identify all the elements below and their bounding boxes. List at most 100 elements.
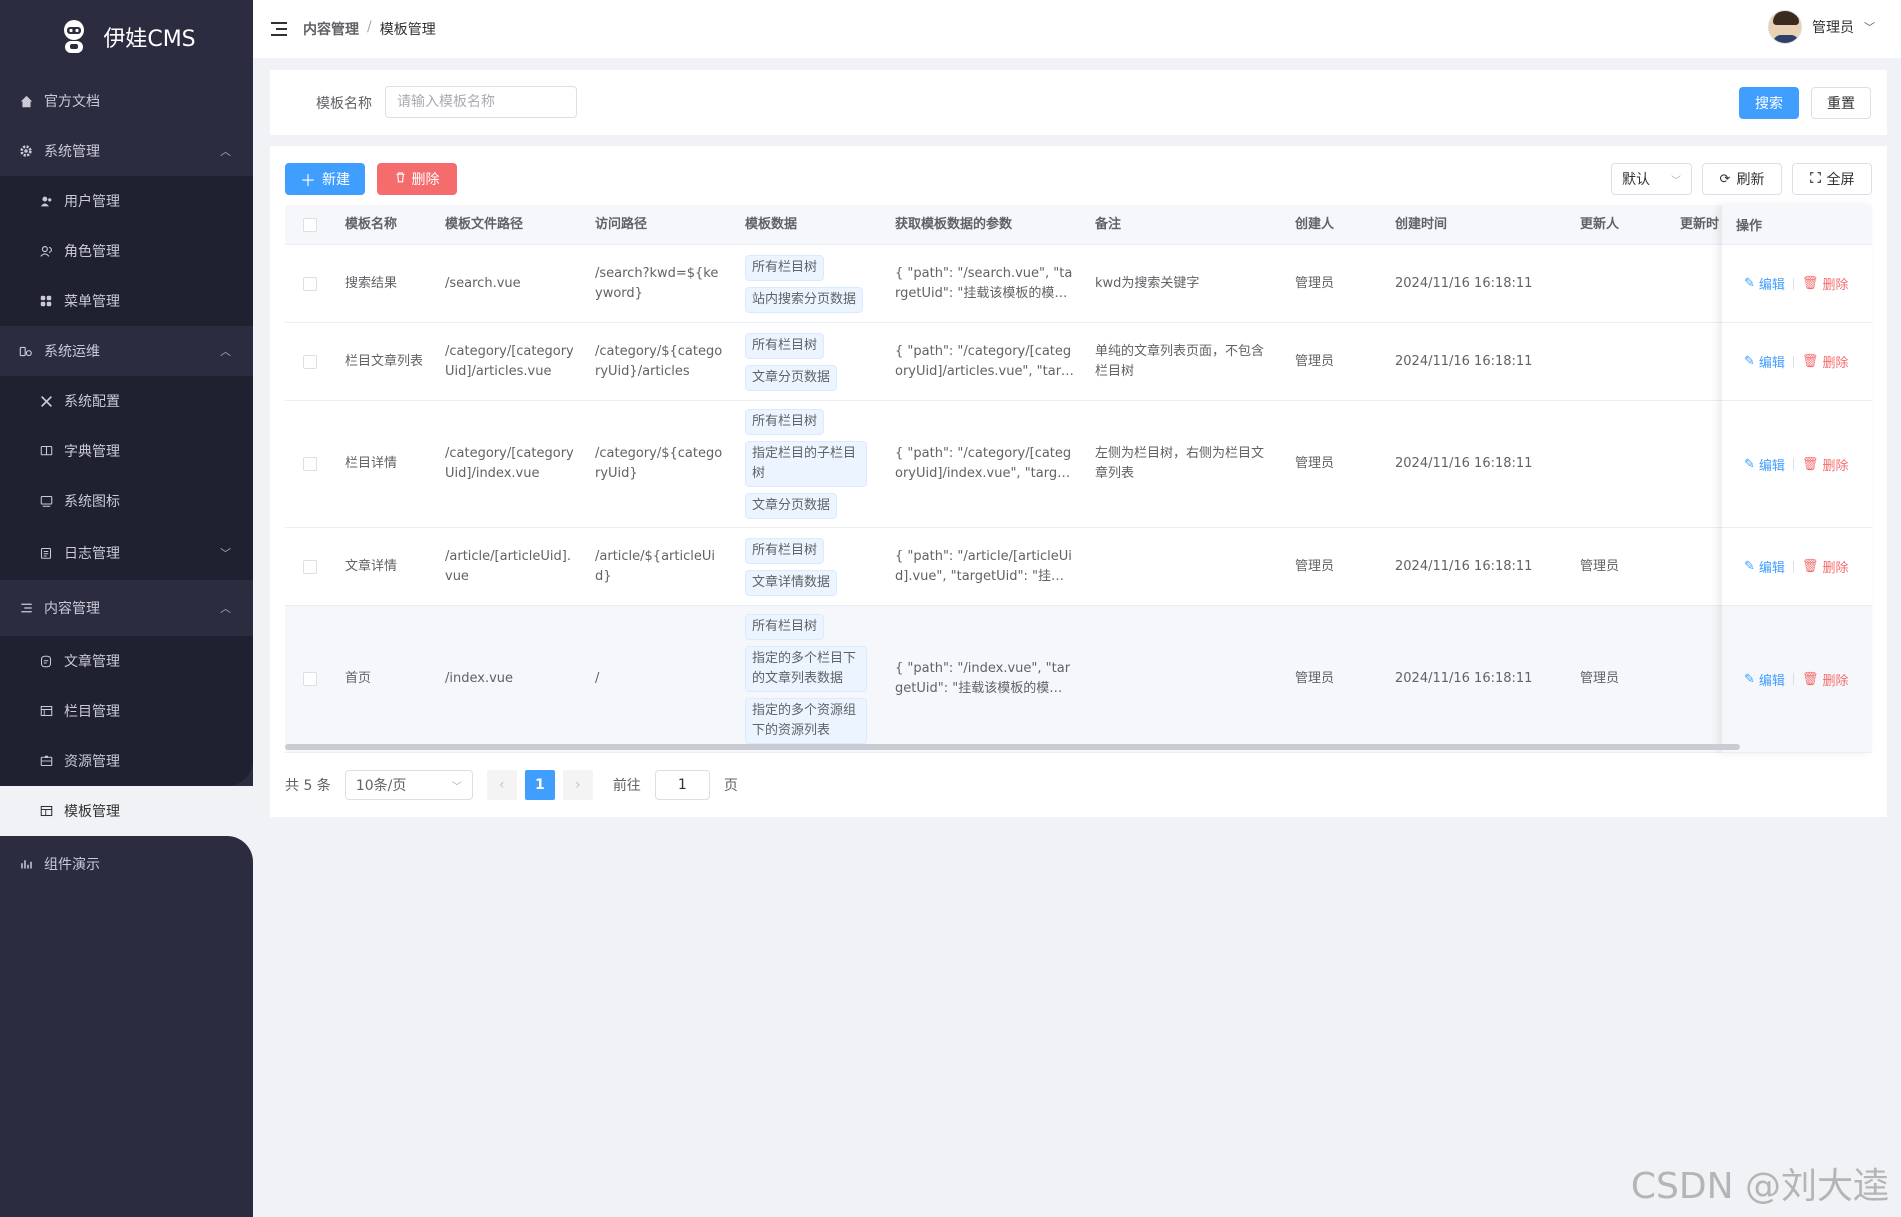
sidebar-item-label: 系统管理 [44,144,100,160]
search-button[interactable]: 搜索 [1739,87,1799,119]
col-header-creator[interactable]: 创建人 [1285,215,1385,235]
breadcrumb-content[interactable]: 内容管理 [303,19,359,39]
col-header-file[interactable]: 模板文件路径 [435,215,585,235]
sidebar-item-users[interactable]: 用户管理 [0,176,253,226]
menu-toggle-icon[interactable] [271,22,287,36]
edit-button[interactable]: ✎ 编辑 [1744,274,1785,293]
sidebar-item-label: 菜单管理 [64,294,120,310]
refresh-icon: ⟳ [1719,171,1731,187]
chevron-up-icon: ︿ [220,602,231,615]
size-select[interactable]: 默认 ﹀ [1611,163,1692,195]
cell-name: 文章详情 [345,558,398,574]
cell-created: 2024/11/16 16:18:11 [1395,353,1533,369]
sidebar-item-menus[interactable]: 菜单管理 [0,276,253,326]
page-size-select[interactable]: 10条/页 ﹀ [344,770,473,800]
new-button[interactable]: ＋ 新建 [285,163,365,195]
delete-button[interactable]: 🗑 删除 [1802,352,1849,371]
col-header-data[interactable]: 模板数据 [735,215,885,235]
select-all-checkbox[interactable] [285,217,335,232]
delete-button[interactable]: 🗑 删除 [1802,670,1849,689]
cell-created: 2024/11/16 16:18:11 [1395,671,1533,686]
cell-updater: 管理员 [1580,671,1620,686]
sidebar-item-categories[interactable]: 栏目管理 [0,686,253,736]
edit-button[interactable]: ✎ 编辑 [1744,557,1785,576]
table-row[interactable]: 首页 /index.vue / 所有栏目树 指定的多个栏目下的文章列表数据 指定… [285,606,1872,753]
sidebar-item-label: 资源管理 [64,754,120,770]
edit-icon: ✎ [1744,276,1755,291]
col-header-path[interactable]: 访问路径 [585,215,735,235]
reset-button[interactable]: 重置 [1811,87,1871,119]
cell-data: 所有栏目树 指定栏目的子栏目树 文章分页数据 [735,406,885,522]
edit-button[interactable]: ✎ 编辑 [1744,352,1785,371]
sidebar-item-demos[interactable]: 组件演示 [0,836,253,892]
sidebar-item-content[interactable]: 内容管理 ︿ [0,580,253,636]
breadcrumb: 内容管理 / 模板管理 [303,19,436,39]
row-checkbox[interactable] [285,559,335,574]
page-number[interactable]: 1 [524,770,555,800]
sidebar-item-ops[interactable]: 系统运维 ︿ [0,326,253,376]
batch-delete-button[interactable]: 删除 [377,163,457,195]
edit-button[interactable]: ✎ 编辑 [1744,455,1785,474]
sidebar-item-resources[interactable]: 资源管理 [0,736,253,786]
cell-creator: 管理员 [1295,558,1335,574]
row-actions: ✎ 编辑 🗑 删除 [1722,528,1872,606]
params-text: { "path": "/article/[articleUid].vue", "… [895,548,1072,584]
goto-page-input[interactable] [654,770,710,800]
sidebar-item-dict[interactable]: 字典管理 [0,426,253,476]
trash-icon: 🗑 [1801,456,1819,472]
cell-creator: 管理员 [1295,456,1335,471]
col-header-params[interactable]: 获取模板数据的参数 [885,215,1085,235]
sidebar-item-label: 用户管理 [64,194,120,210]
refresh-button[interactable]: ⟳ 刷新 [1702,163,1782,195]
col-header-updated[interactable]: 更新时 [1670,215,1722,235]
template-name-input[interactable] [385,86,577,118]
sidebar-item-templates[interactable]: 模板管理 [0,786,253,836]
sidebar-item-label: 文章管理 [64,654,120,670]
robot-logo-icon [64,20,85,53]
grid-icon [38,293,54,309]
delete-button[interactable]: 🗑 删除 [1802,455,1849,474]
horizontal-scrollbar[interactable] [285,744,1740,750]
app-logo[interactable]: 伊娃CMS [0,0,253,74]
sidebar-item-config[interactable]: 系统配置 [0,376,253,426]
fullscreen-button[interactable]: 全屏 [1792,163,1872,195]
cell-file: /search.vue [445,275,521,291]
table-row[interactable]: 文章详情 /article/[articleUid].vue /article/… [285,528,1872,606]
row-checkbox[interactable] [285,276,335,291]
edit-label: 编辑 [1758,278,1785,293]
cell-created: 2024/11/16 16:18:11 [1395,456,1533,471]
user-menu[interactable]: 管理员 ﹀ [1768,10,1875,44]
data-tag: 文章详情数据 [745,569,838,596]
sidebar-item-docs[interactable]: 官方文档 [0,76,253,126]
chevron-down-icon: ﹀ [220,547,231,560]
row-checkbox[interactable] [285,354,335,369]
row-checkbox[interactable] [285,672,335,686]
delete-label: 删除 [1822,561,1849,576]
col-header-updater[interactable]: 更新人 [1570,215,1670,235]
sidebar-item-logs[interactable]: 日志管理 ﹀ [0,526,253,580]
delete-button[interactable]: 🗑 删除 [1802,274,1849,293]
table-row[interactable]: 栏目文章列表 /category/[categoryUid]/articles.… [285,323,1872,401]
gear-icon [18,143,34,159]
edit-button[interactable]: ✎ 编辑 [1744,670,1785,689]
table-row[interactable]: 搜索结果 /search.vue /search?kwd=${keyword} … [285,245,1872,323]
delete-button[interactable]: 🗑 删除 [1802,557,1849,576]
col-header-name[interactable]: 模板名称 [335,215,435,235]
chevron-up-icon: ︿ [220,145,231,158]
params-text: { "path": "/search.vue", "targetUid": "挂… [895,265,1073,301]
table-row[interactable]: 栏目详情 /category/[categoryUid]/index.vue /… [285,401,1872,528]
trash-icon: 🗑 [1801,671,1819,687]
sidebar-item-icons[interactable]: 系统图标 [0,476,253,526]
sidebar-item-system[interactable]: 系统管理 ︿ [0,126,253,176]
table-panel: ＋ 新建 删除 默认 ﹀ ⟳ 刷新 全屏 模板名称 模板文件路径 访问路径 模板… [270,146,1887,817]
sidebar-item-articles[interactable]: 文章管理 [0,636,253,686]
sidebar-item-label: 系统图标 [64,494,120,510]
cell-params: { "path": "/index.vue", "targetUid": "挂载… [885,659,1085,699]
col-header-created[interactable]: 创建时间 [1385,215,1570,235]
image-icon [38,493,54,509]
sidebar-item-roles[interactable]: 角色管理 [0,226,253,276]
prev-page-button[interactable]: ‹ [486,770,517,800]
col-header-remark[interactable]: 备注 [1085,215,1285,235]
next-page-button[interactable]: › [562,770,593,800]
row-checkbox[interactable] [285,457,335,471]
